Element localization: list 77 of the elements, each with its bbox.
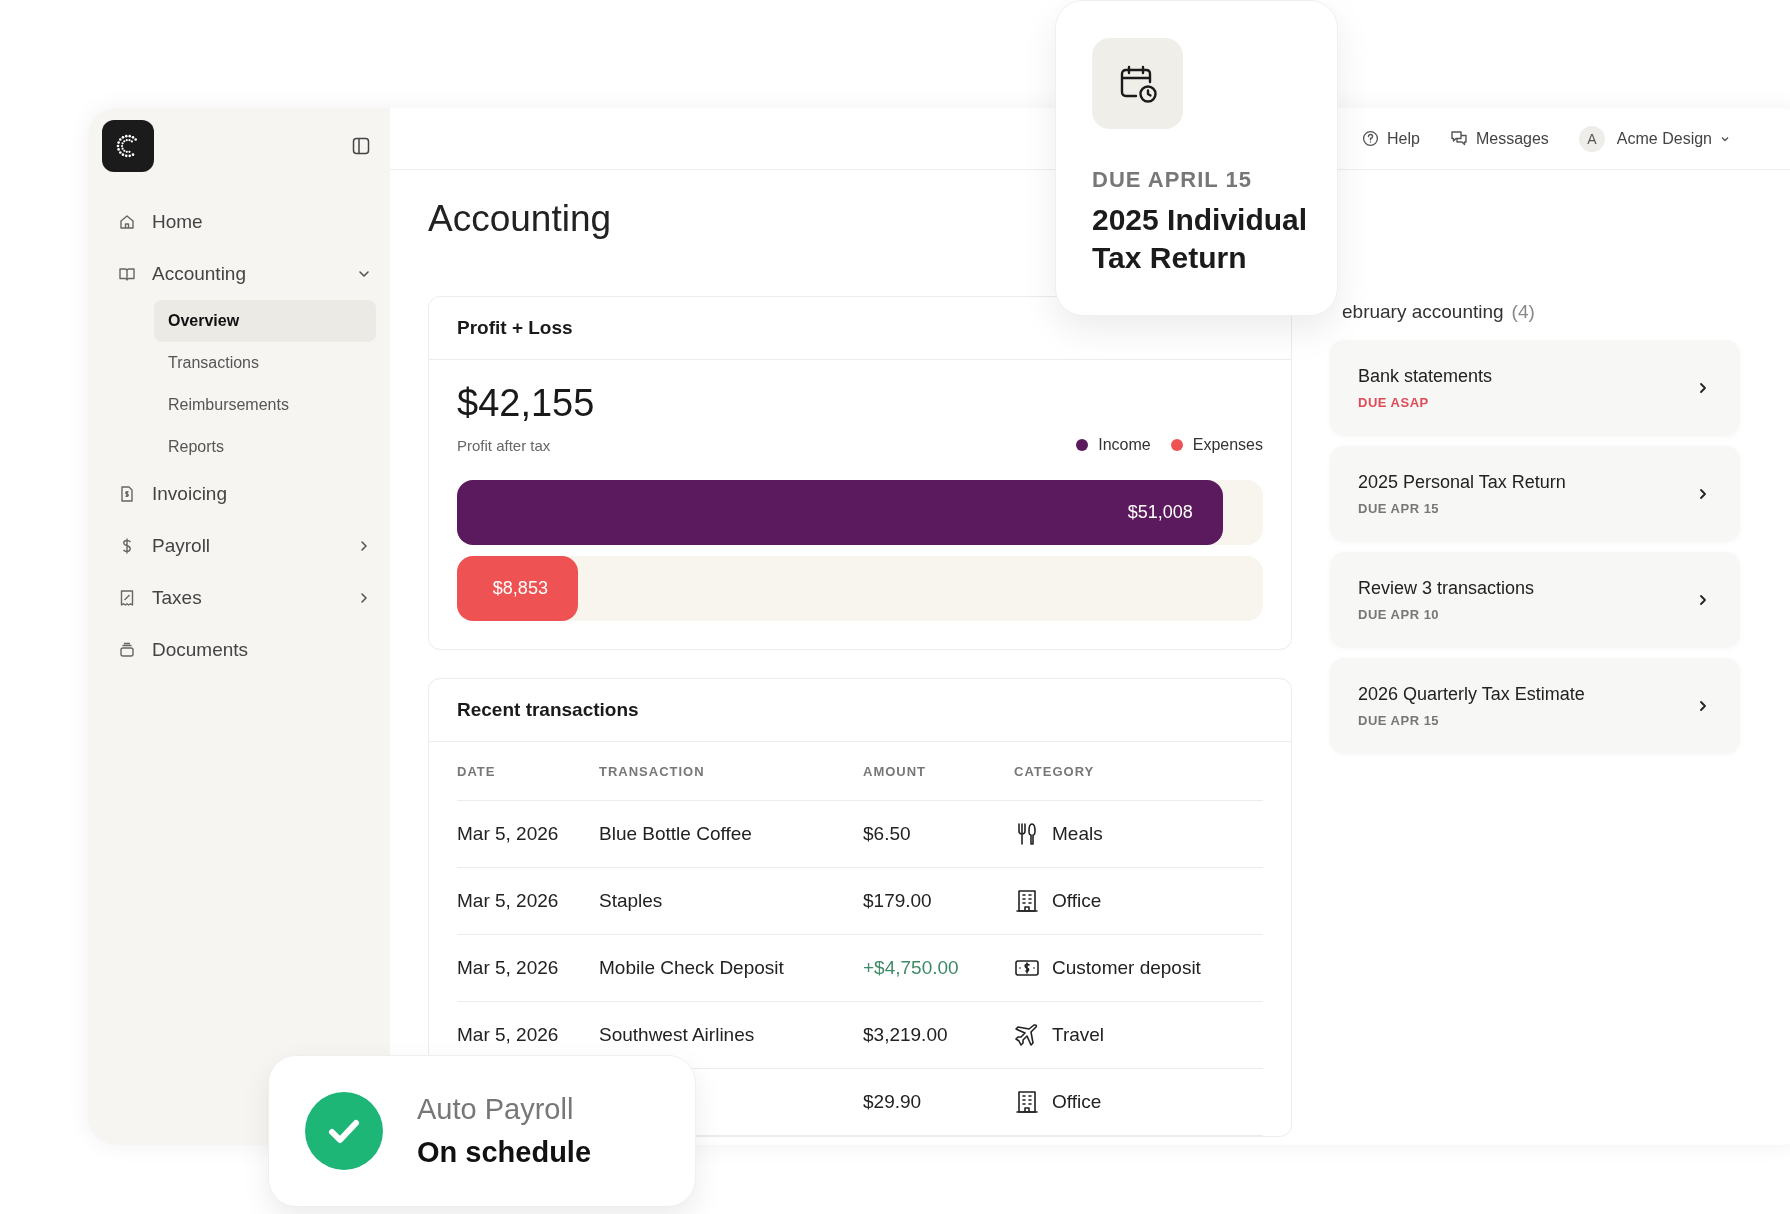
document-icon bbox=[118, 485, 136, 503]
chat-icon bbox=[1449, 130, 1468, 147]
nav-subitem[interactable]: Overview bbox=[154, 300, 376, 342]
card-title: Recent transactions bbox=[457, 699, 639, 721]
task-title: Review 3 transactions bbox=[1358, 578, 1535, 599]
due-label: DUE APRIL 15 bbox=[1092, 167, 1253, 193]
nav-item[interactable]: Taxes bbox=[102, 572, 376, 624]
nav-item[interactable]: Accounting bbox=[102, 248, 376, 300]
task-title: 2025 Personal Tax Return bbox=[1358, 472, 1566, 493]
table-cell: Travel bbox=[1052, 1024, 1105, 1046]
profit-caption: Profit after tax bbox=[457, 437, 552, 454]
receipt-icon bbox=[118, 589, 136, 607]
table-cell: Mar 5, 2026 bbox=[457, 890, 559, 911]
building-icon bbox=[1014, 1089, 1040, 1115]
table-cell: Blue Bottle Coffee bbox=[599, 823, 752, 844]
amount-cell: $3,219.00 bbox=[863, 1024, 948, 1045]
app-logo[interactable] bbox=[102, 120, 154, 172]
deadline-title: 2025 Individual Tax Return bbox=[1092, 202, 1309, 276]
book-icon bbox=[118, 265, 136, 283]
table-cell: Staples bbox=[599, 890, 663, 911]
amount-cell: +$4,750.00 bbox=[863, 957, 959, 978]
table-cell: Office bbox=[1052, 890, 1102, 912]
section-title: ebruary accounting bbox=[1342, 301, 1504, 323]
amount-cell: $29.90 bbox=[863, 1091, 922, 1112]
amount-cell: $6.50 bbox=[863, 823, 911, 844]
building-icon bbox=[1014, 888, 1040, 914]
nav-subitem[interactable]: Reimbursements bbox=[154, 384, 376, 426]
sidebar-toggle-icon[interactable] bbox=[352, 137, 370, 155]
page-title: Accounting bbox=[428, 198, 612, 240]
table-cell: Office bbox=[1052, 1091, 1102, 1113]
header-link[interactable]: Help bbox=[1362, 129, 1420, 148]
header-link[interactable]: Messages bbox=[1449, 129, 1549, 148]
table-cell: Mar 5, 2026 bbox=[457, 957, 559, 978]
amount-cell: $179.00 bbox=[863, 890, 932, 911]
check-circle-icon bbox=[305, 1092, 383, 1170]
task-title: 2026 Quarterly Tax Estimate bbox=[1358, 684, 1585, 705]
task-count: (4) bbox=[1511, 301, 1535, 323]
task-title: Bank statements bbox=[1358, 366, 1493, 387]
table-cell: Customer deposit bbox=[1052, 957, 1201, 979]
archive-icon bbox=[118, 641, 136, 659]
table-cell: Mobile Check Deposit bbox=[599, 957, 784, 978]
column-header: AMOUNT bbox=[863, 763, 928, 779]
card-title: Profit + Loss bbox=[457, 317, 573, 339]
toast-title: Auto Payroll bbox=[417, 1093, 575, 1126]
home-icon bbox=[118, 213, 136, 231]
task-due: DUE APR 15 bbox=[1358, 501, 1441, 516]
column-header: CATEGORY bbox=[1014, 763, 1096, 779]
airplane-icon bbox=[1014, 1022, 1040, 1048]
table-cell: Mar 5, 2026 bbox=[457, 1024, 559, 1045]
calendar-clock-icon bbox=[1092, 38, 1183, 129]
table-cell: Mar 5, 2026 bbox=[457, 823, 559, 844]
task-card[interactable]: Review 3 transactions DUE APR 10 bbox=[1330, 552, 1740, 648]
task-due: DUE ASAP bbox=[1358, 395, 1430, 410]
avatar: A bbox=[1578, 125, 1605, 152]
task-due: DUE APR 10 bbox=[1358, 607, 1441, 622]
nav-item[interactable]: Payroll bbox=[102, 520, 376, 572]
bar-value: $51,008 bbox=[1127, 501, 1194, 524]
legend-label: Expenses bbox=[1192, 436, 1263, 454]
nav-item[interactable]: Home bbox=[102, 196, 376, 248]
account-menu[interactable]: A Acme Design bbox=[1578, 125, 1730, 152]
table-cell: Southwest Airlines bbox=[599, 1024, 755, 1045]
profit-amount: $42,155 bbox=[457, 382, 595, 425]
bar-value: $8,853 bbox=[492, 577, 549, 600]
nav-subitem[interactable]: Transactions bbox=[154, 342, 376, 384]
nav-subitem[interactable]: Reports bbox=[154, 426, 376, 468]
help-icon bbox=[1362, 130, 1379, 147]
column-header: DATE bbox=[457, 763, 497, 779]
task-card[interactable]: Bank statements DUE ASAP bbox=[1330, 340, 1740, 436]
column-header: TRANSACTION bbox=[599, 763, 706, 779]
legend-label: Income bbox=[1098, 436, 1151, 454]
task-due: DUE APR 15 bbox=[1358, 713, 1441, 728]
toast-status: On schedule bbox=[417, 1136, 592, 1169]
task-card[interactable]: 2026 Quarterly Tax Estimate DUE APR 15 bbox=[1330, 658, 1740, 754]
table-cell: Meals bbox=[1052, 823, 1103, 845]
nav-item[interactable]: Documents bbox=[102, 624, 376, 676]
nav-item[interactable]: Invoicing bbox=[102, 468, 376, 520]
task-card[interactable]: 2025 Personal Tax Return DUE APR 15 bbox=[1330, 446, 1740, 542]
